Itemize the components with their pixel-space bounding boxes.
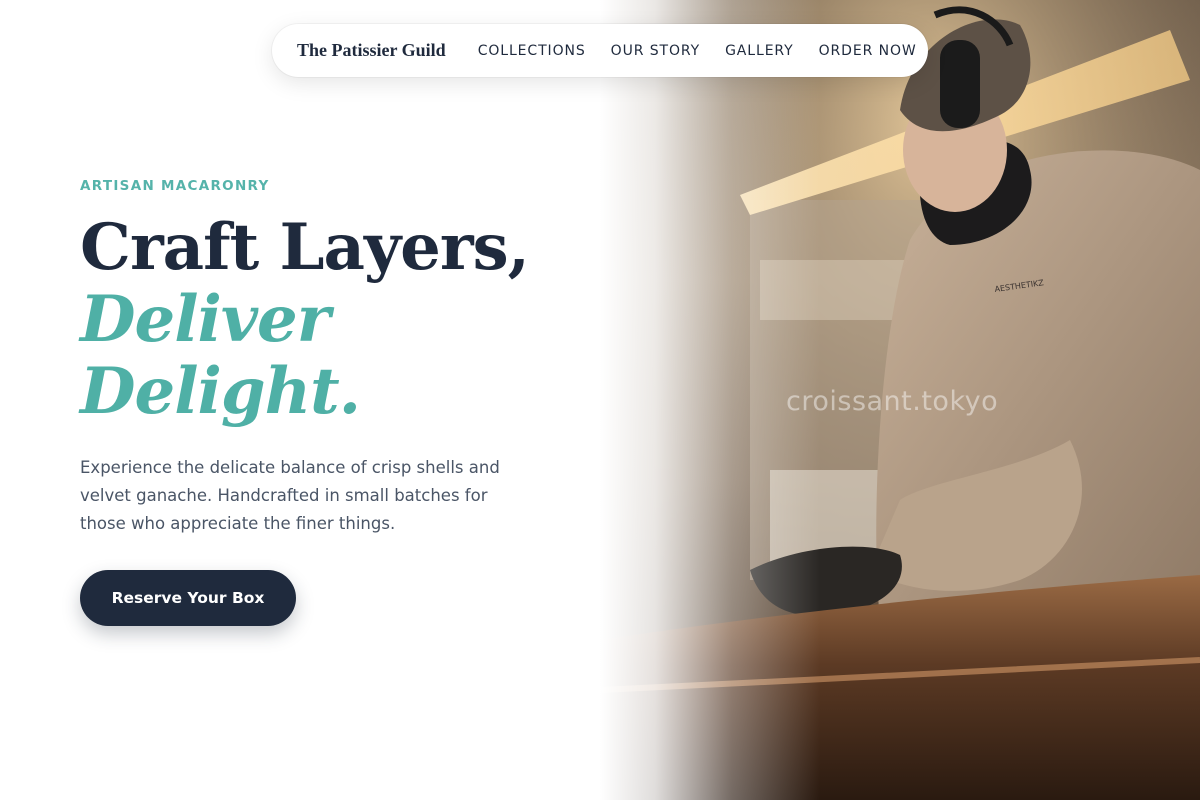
- hero-headline: Craft Layers, Deliver Delight.: [80, 210, 530, 429]
- nav-link-collections[interactable]: COLLECTIONS: [478, 43, 586, 59]
- top-nav: The Patissier Guild COLLECTIONS OUR STOR…: [272, 24, 928, 77]
- nav-links: COLLECTIONS OUR STORY GALLERY ORDER NOW: [478, 43, 917, 59]
- headline-line-3: Delight.: [80, 354, 361, 429]
- headline-line-2: Deliver: [80, 282, 330, 357]
- photo-watermark: croissant.tokyo: [786, 386, 999, 417]
- hero-photo: AESTHETIKZ croissant.tokyo: [600, 0, 1200, 800]
- nav-link-gallery[interactable]: GALLERY: [725, 43, 794, 59]
- headline-line-1: Craft Layers,: [80, 210, 530, 285]
- nav-link-our-story[interactable]: OUR STORY: [611, 43, 700, 59]
- hero-eyebrow: ARTISAN MACARONRY: [80, 178, 270, 194]
- hero-description: Experience the delicate balance of crisp…: [80, 458, 500, 533]
- nav-link-order-now[interactable]: ORDER NOW: [819, 43, 917, 59]
- page: AESTHETIKZ croissant.tokyo The Patissier…: [0, 0, 1200, 800]
- reserve-box-button[interactable]: Reserve Your Box: [80, 570, 296, 626]
- brand-logo[interactable]: The Patissier Guild: [297, 40, 446, 61]
